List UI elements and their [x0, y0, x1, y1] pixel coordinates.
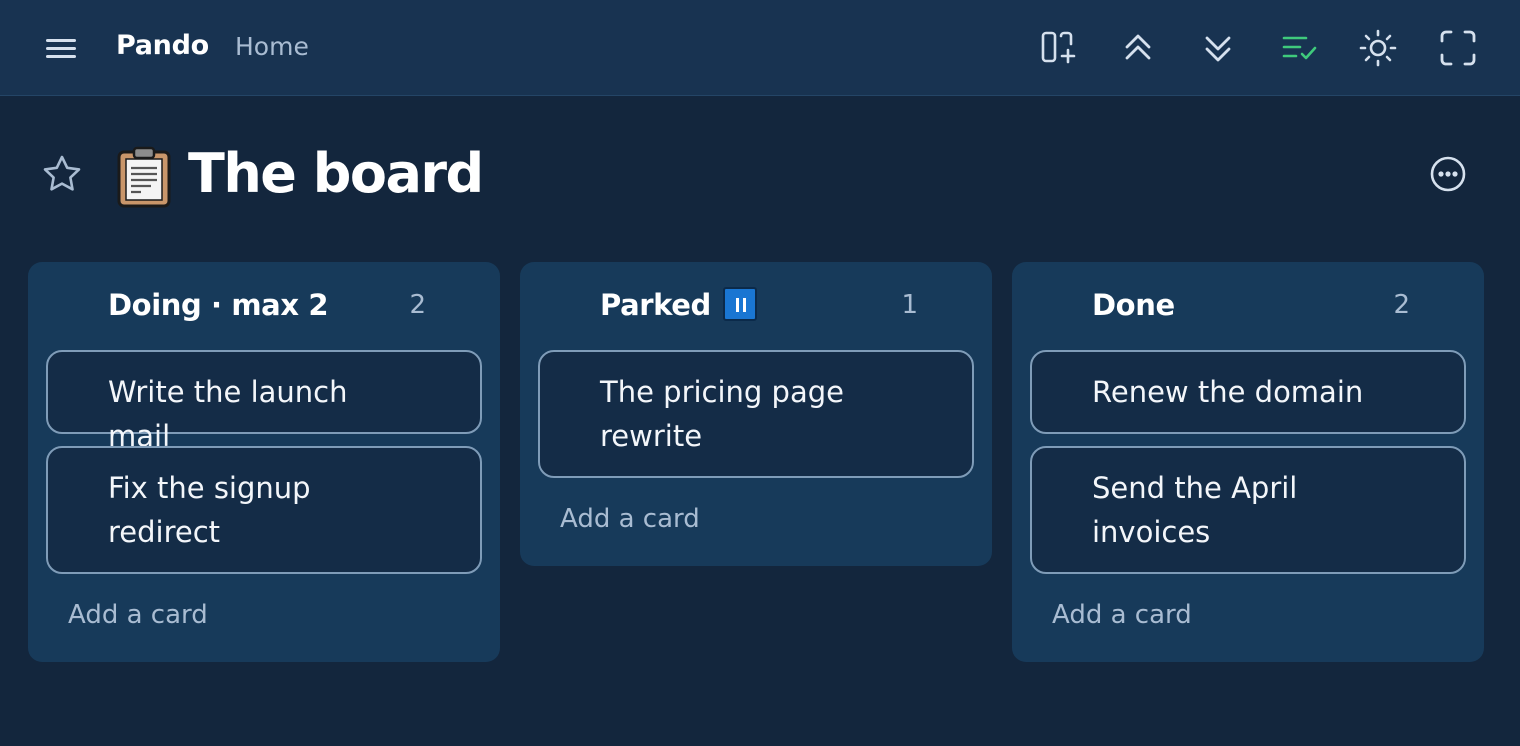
- card-title: Send the April invoices: [1092, 471, 1298, 549]
- list-doing: Doing · max 2 2 Write the launch mail Fi…: [28, 262, 500, 662]
- board-emoji-clipboard-icon: [116, 146, 172, 208]
- card[interactable]: The pricing page rewrite: [538, 350, 974, 478]
- card-title: Write the launch mail: [108, 375, 348, 453]
- expand-all-icon[interactable]: [1198, 28, 1238, 68]
- app-brand[interactable]: Pando: [116, 30, 209, 61]
- card[interactable]: Renew the domain: [1030, 350, 1466, 434]
- list-title-text: Parked: [600, 288, 711, 322]
- list-parked: Parked 1 The pricing page rewrite Add a …: [520, 262, 992, 566]
- theme-sun-icon[interactable]: [1358, 28, 1398, 68]
- list-card-count: 1: [901, 290, 918, 320]
- more-options-icon[interactable]: [1428, 154, 1468, 194]
- favorite-star-icon[interactable]: [40, 152, 84, 196]
- nav-home-link[interactable]: Home: [235, 32, 309, 61]
- board-title[interactable]: The board: [188, 142, 484, 205]
- card-title: Fix the signup redirect: [108, 471, 311, 549]
- add-card-button[interactable]: Add a card: [1052, 600, 1192, 630]
- card-title: The pricing page rewrite: [600, 375, 844, 453]
- card[interactable]: Write the launch mail: [46, 350, 482, 453]
- list-done: Done 2 Renew the domain Send the April i…: [1012, 262, 1484, 662]
- card-title: Renew the domain: [1092, 375, 1364, 409]
- list-card-count: 2: [1393, 290, 1410, 320]
- add-card-button[interactable]: Add a card: [560, 504, 700, 534]
- pause-icon: [722, 287, 757, 321]
- add-column-icon[interactable]: [1038, 28, 1078, 68]
- card[interactable]: Send the April invoices: [1030, 446, 1466, 574]
- list-title[interactable]: Done: [1092, 288, 1175, 322]
- collapse-all-icon[interactable]: [1118, 28, 1158, 68]
- top-bar: Pando Home: [0, 0, 1520, 96]
- list-title[interactable]: Doing · max 2: [108, 288, 329, 322]
- fullscreen-icon[interactable]: [1438, 28, 1478, 68]
- list-title[interactable]: Parked: [600, 287, 757, 324]
- list-card-count: 2: [409, 290, 426, 320]
- card[interactable]: Fix the signup redirect: [46, 446, 482, 574]
- add-card-button[interactable]: Add a card: [68, 600, 208, 630]
- menu-icon[interactable]: [46, 36, 78, 62]
- checklist-icon[interactable]: [1280, 28, 1320, 68]
